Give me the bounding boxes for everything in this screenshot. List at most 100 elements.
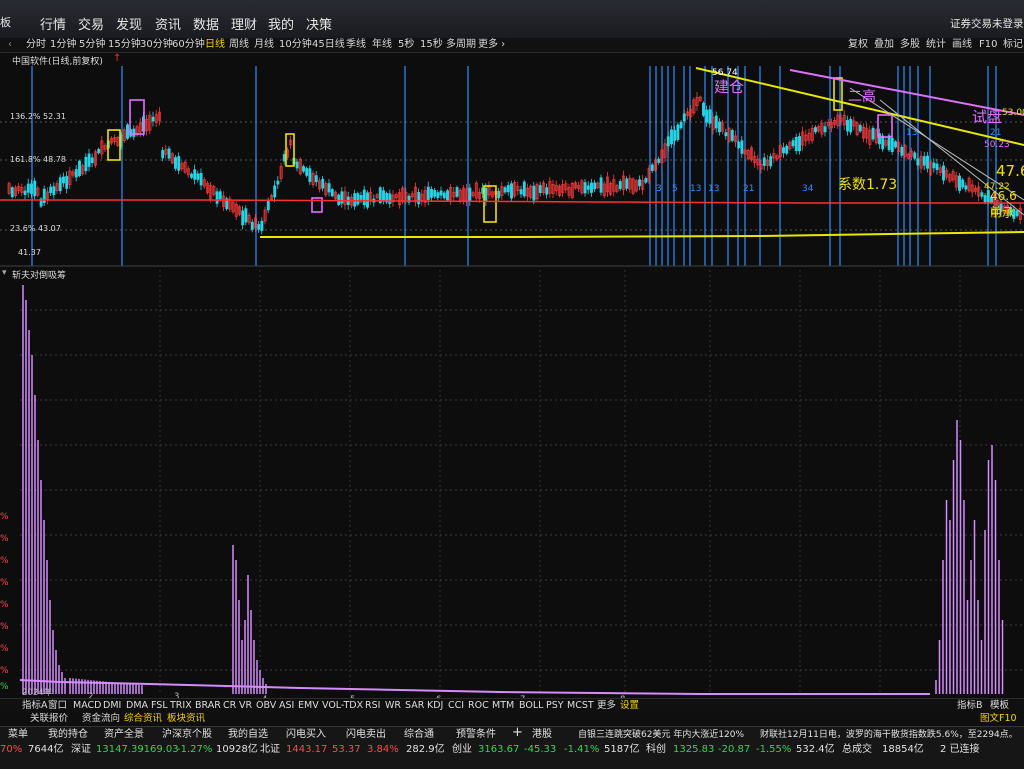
menu-item-faxian[interactable]: 发现 <box>116 14 142 33</box>
tab-ind-3[interactable]: DMI <box>103 699 121 713</box>
period-1min[interactable]: 1分钟 <box>50 38 76 52</box>
tab-ind-20[interactable]: MTM <box>492 699 514 713</box>
tab-ind-11[interactable]: ASI <box>279 699 294 713</box>
menu-item-wode[interactable]: 我的 <box>268 14 294 33</box>
tab-ind-25[interactable]: 设置 <box>620 699 639 713</box>
tool-tongji[interactable]: 统计 <box>926 38 946 52</box>
period-30min[interactable]: 30分钟 <box>140 38 173 52</box>
chart-area[interactable]: 中国软件(日线,前复权) ↑ 136.2% 52.31 161.8% 48.78… <box>0 52 1024 710</box>
period-15min[interactable]: 15分钟 <box>108 38 141 52</box>
news-ticker-1[interactable]: 自银三连跳突破62美元 年内大涨近120% <box>578 729 744 741</box>
menu-item-juece[interactable]: 决策 <box>306 14 332 33</box>
taskbar-alerts[interactable]: 预警条件 <box>456 729 496 741</box>
menu-item-shuju[interactable]: 数据 <box>193 14 219 33</box>
period-daily[interactable]: 日线 <box>205 38 225 52</box>
info-tab-3[interactable]: 板块资讯 <box>167 712 205 726</box>
tab-ind-19[interactable]: ROC <box>468 699 489 713</box>
taskbar-quick-buy[interactable]: 闪电买入 <box>286 729 326 741</box>
tab-ind-17[interactable]: KDJ <box>427 699 443 713</box>
tool-f10[interactable]: F10 <box>979 38 997 52</box>
arrow-icon[interactable]: ↑ <box>113 53 121 64</box>
candle-body <box>442 192 446 199</box>
taskbar-menu[interactable]: 菜单 <box>8 729 28 741</box>
period-year[interactable]: 年线 <box>372 38 392 52</box>
tab-ind-b[interactable]: 指标B <box>957 699 983 713</box>
period-more[interactable]: 更多 › <box>478 38 505 52</box>
idx-bz-label[interactable]: 北证 <box>260 744 280 756</box>
candle-body <box>503 187 507 193</box>
tab-ind-9[interactable]: VR <box>239 699 252 713</box>
tab-template[interactable]: 模板 <box>990 699 1009 713</box>
idx-cy-label[interactable]: 创业 <box>452 744 472 756</box>
menu-item-jiaoyi[interactable]: 交易 <box>78 14 104 33</box>
indicator-toggle-icon[interactable]: ▾ <box>2 268 7 278</box>
left-pct-3: % <box>0 556 9 566</box>
tab-ind-23[interactable]: MCST <box>567 699 594 713</box>
info-tab-2[interactable]: 综合资讯 <box>124 712 162 726</box>
login-status[interactable]: 证券交易未登录 <box>950 16 1024 31</box>
taskbar-quick-sell[interactable]: 闪电卖出 <box>346 729 386 741</box>
menu-item-hangqing[interactable]: 行情 <box>40 14 66 33</box>
tab-ind-0[interactable]: 指标A <box>22 699 48 713</box>
period-multi[interactable]: 多周期 <box>446 38 476 52</box>
period-fenshi[interactable]: 分时 <box>26 38 46 52</box>
candle-body <box>922 156 926 166</box>
period-45day[interactable]: 45日线 <box>312 38 345 52</box>
idx-sz-label[interactable]: 深证 <box>71 744 91 756</box>
tool-diejia[interactable]: 叠加 <box>874 38 894 52</box>
kline-chart[interactable] <box>0 52 1024 698</box>
candle-body <box>276 180 280 185</box>
period-60min[interactable]: 60分钟 <box>172 38 205 52</box>
candle-body <box>430 188 433 198</box>
period-5min[interactable]: 5分钟 <box>79 38 105 52</box>
taskbar-watchlist[interactable]: 我的自选 <box>228 729 268 741</box>
tab-ind-6[interactable]: TRIX <box>170 699 192 713</box>
candle-body <box>388 193 392 204</box>
period-5sec[interactable]: 5秒 <box>398 38 414 52</box>
tool-huaxian[interactable]: 画线 <box>952 38 972 52</box>
period-15sec[interactable]: 15秒 <box>420 38 443 52</box>
tab-ind-1[interactable]: 窗口 <box>48 699 67 713</box>
taskbar-positions[interactable]: 我的持仓 <box>48 729 88 741</box>
taskbar-assets[interactable]: 资产全景 <box>104 729 144 741</box>
tab-ind-24[interactable]: 更多 <box>597 699 616 713</box>
menu-stub[interactable]: 板 <box>0 14 11 30</box>
tab-ind-18[interactable]: CCI <box>448 699 464 713</box>
candle-body <box>250 221 254 230</box>
tab-ind-7[interactable]: BRAR <box>195 699 221 713</box>
connection-status[interactable]: 2 已连接 <box>940 744 980 756</box>
tab-ind-22[interactable]: PSY <box>546 699 564 713</box>
tab-ind-21[interactable]: BOLL <box>519 699 543 713</box>
tab-ind-10[interactable]: OBV <box>256 699 276 713</box>
tool-biaoji[interactable]: 标记 <box>1003 38 1023 52</box>
tool-fuquan[interactable]: 复权 <box>848 38 868 52</box>
info-tab-1[interactable]: 资金流向 <box>82 712 120 726</box>
tab-ind-4[interactable]: DMA <box>126 699 148 713</box>
menu-item-zixun[interactable]: 资讯 <box>155 14 181 33</box>
tab-ind-16[interactable]: SAR <box>405 699 424 713</box>
tab-ind-15[interactable]: WR <box>385 699 401 713</box>
collapse-icon[interactable]: ‹ <box>8 38 12 52</box>
period-monthly[interactable]: 月线 <box>254 38 274 52</box>
taskbar-zonghetong[interactable]: 综合通 <box>404 729 434 741</box>
tab-ind-12[interactable]: EMV <box>298 699 319 713</box>
tab-ind-5[interactable]: FSL <box>151 699 168 713</box>
period-weekly[interactable]: 周线 <box>229 38 249 52</box>
info-tab-0[interactable]: 关联报价 <box>30 712 68 726</box>
tool-duogu[interactable]: 多股 <box>900 38 920 52</box>
taskbar-stocks[interactable]: 沪深京个股 <box>162 729 212 741</box>
tab-ind-8[interactable]: CR <box>223 699 236 713</box>
menu-item-licai[interactable]: 理财 <box>231 14 257 33</box>
tab-ind-2[interactable]: MACD <box>73 699 101 713</box>
tab-ind-13[interactable]: VOL-TDX <box>322 699 363 713</box>
period-10min[interactable]: 10分钟 <box>279 38 312 52</box>
candle-body <box>497 190 501 199</box>
period-quarter[interactable]: 季线 <box>346 38 366 52</box>
news-ticker-2[interactable]: 财联社12月11日电，波罗的海干散货指数跌5.6%，至2294点。 <box>760 729 1018 741</box>
candle-body <box>599 177 603 193</box>
idx-kc-label[interactable]: 科创 <box>646 744 666 756</box>
taskbar-add[interactable]: + <box>512 726 523 739</box>
tab-ind-14[interactable]: RSI <box>365 699 380 713</box>
candle-body <box>433 189 437 197</box>
taskbar-hk[interactable]: 港股 <box>532 729 552 741</box>
